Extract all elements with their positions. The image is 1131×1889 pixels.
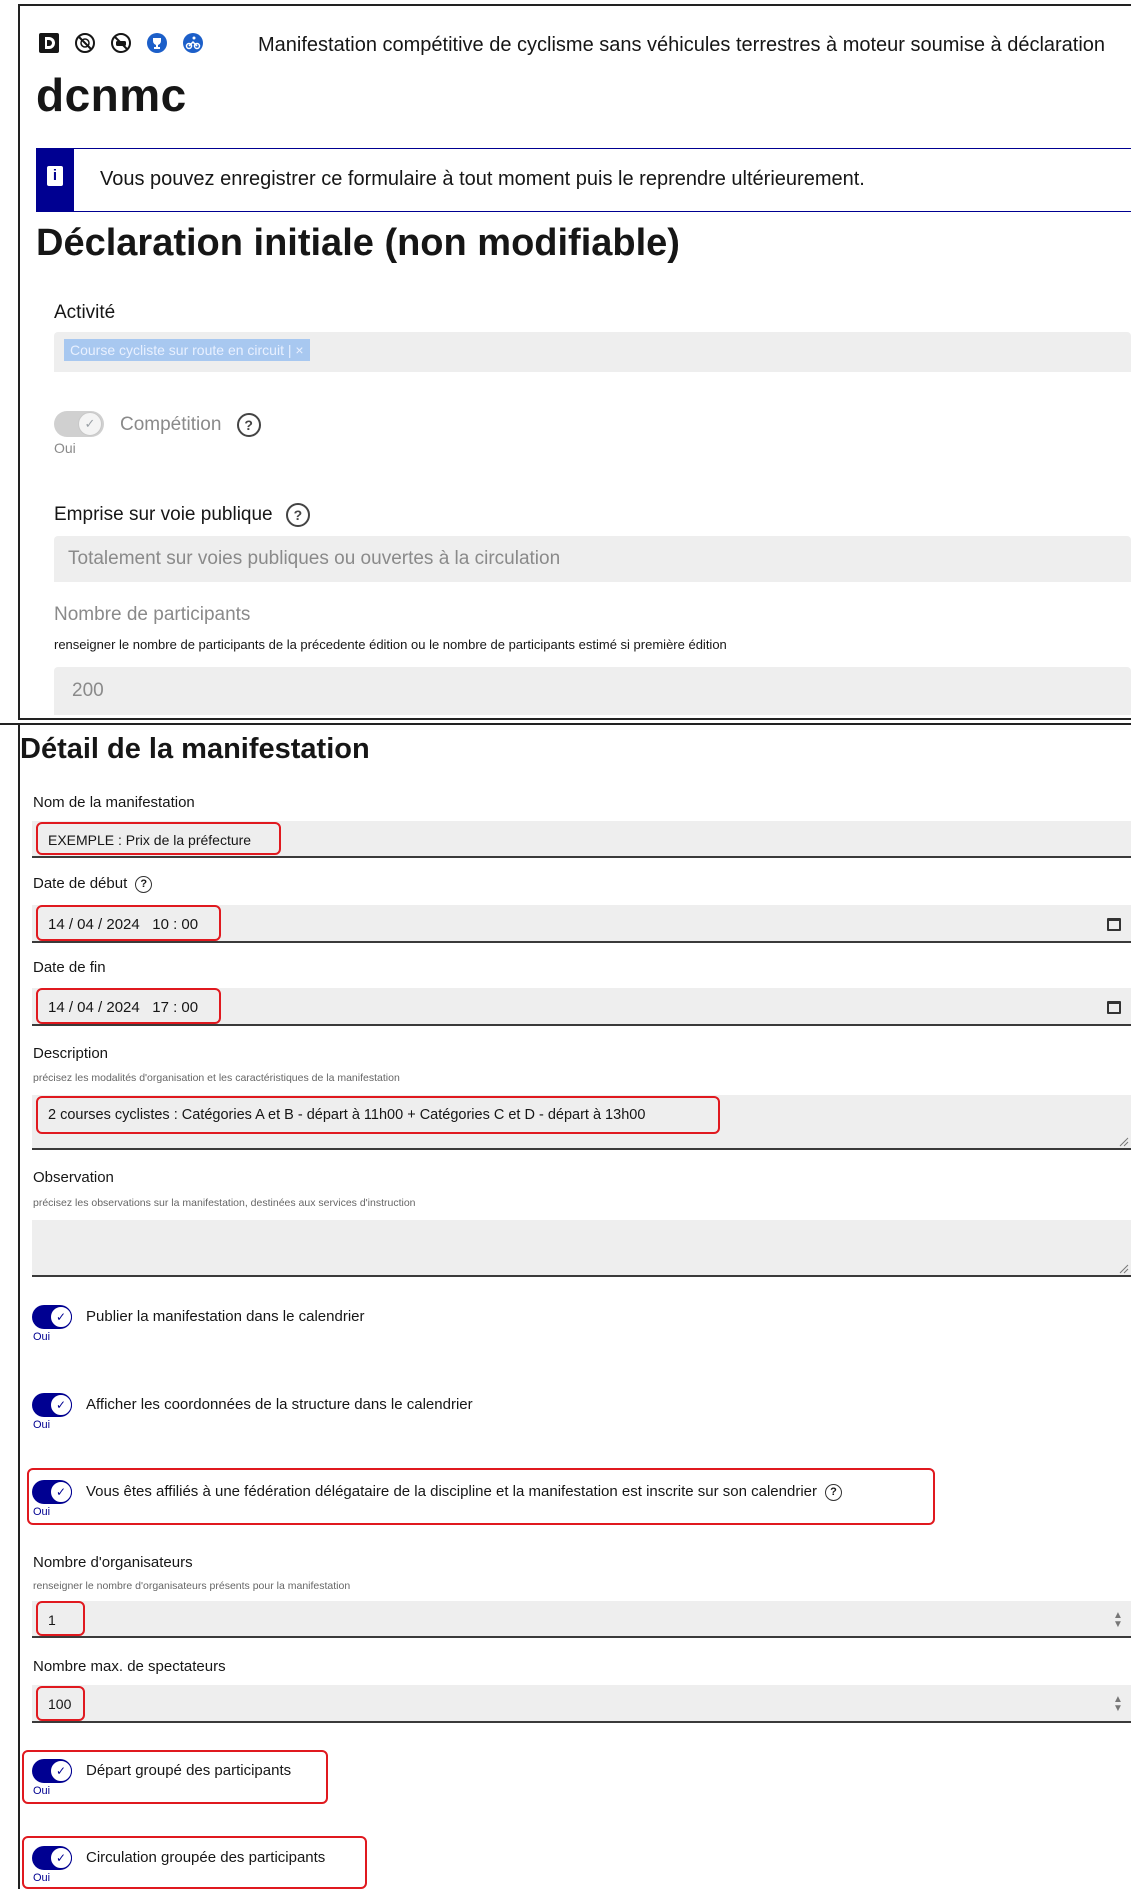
info-notice: i Vous pouvez enregistrer ce formulaire … bbox=[36, 148, 1131, 212]
grouped-circulation-toggle[interactable]: ✓ bbox=[32, 1846, 72, 1870]
stepper-icon[interactable]: ▲ ▼ bbox=[1113, 1611, 1123, 1630]
competition-toggle: ✓ bbox=[54, 411, 104, 437]
initial-declaration-panel: Manifestation compétitive de cyclisme sa… bbox=[0, 0, 1131, 720]
publish-calendar-label: Publier la manifestation dans le calendr… bbox=[86, 1308, 365, 1325]
description-hint: précisez les modalités d'organisation et… bbox=[33, 1072, 400, 1084]
document-d-icon bbox=[38, 32, 60, 54]
participants-label: Nombre de participants bbox=[54, 604, 251, 625]
show-contact-toggle[interactable]: ✓ bbox=[32, 1393, 72, 1417]
help-icon[interactable]: ? bbox=[135, 875, 153, 893]
event-detail-title: Détail de la manifestation bbox=[20, 733, 370, 765]
observation-hint: précisez les observations sur la manifes… bbox=[33, 1197, 416, 1209]
help-icon[interactable]: ? bbox=[285, 503, 310, 527]
participants-value: 200 bbox=[72, 680, 104, 701]
participants-hint: renseigner le nombre de participants de … bbox=[54, 637, 727, 652]
highlight-box bbox=[36, 1096, 720, 1134]
trophy-icon bbox=[146, 32, 168, 54]
help-icon[interactable]: ? bbox=[236, 413, 261, 437]
grouped-start-toggle[interactable]: ✓ bbox=[32, 1759, 72, 1783]
observation-label: Observation bbox=[33, 1169, 114, 1186]
grouped-start-state: Oui bbox=[33, 1785, 51, 1797]
check-icon: ✓ bbox=[50, 1760, 72, 1782]
observation-textarea[interactable] bbox=[32, 1220, 1131, 1277]
resize-handle-icon[interactable] bbox=[1119, 1137, 1129, 1147]
highlight-box bbox=[36, 1601, 85, 1636]
check-icon: ✓ bbox=[50, 1847, 72, 1869]
header-icons bbox=[38, 32, 204, 54]
organisers-label: Nombre d'organisateurs bbox=[33, 1554, 193, 1571]
info-icon: i bbox=[36, 164, 74, 186]
publish-calendar-toggle[interactable]: ✓ bbox=[32, 1305, 72, 1329]
organisers-input[interactable] bbox=[32, 1601, 1131, 1638]
check-icon: ✓ bbox=[78, 412, 102, 436]
publish-calendar-state: Oui bbox=[33, 1331, 51, 1343]
check-icon: ✓ bbox=[50, 1306, 72, 1328]
highlight-box bbox=[36, 1686, 85, 1721]
grouped-circulation-state: Oui bbox=[33, 1872, 51, 1884]
no-car-icon bbox=[110, 32, 132, 54]
activity-label: Activité bbox=[54, 302, 116, 323]
grouped-start-label: Départ groupé des participants bbox=[86, 1762, 292, 1779]
federation-affiliation-label: Vous êtes affiliés à une fédération délé… bbox=[86, 1483, 842, 1501]
federation-affiliation-state: Oui bbox=[33, 1506, 51, 1518]
competition-label: Compétition ? bbox=[120, 413, 261, 437]
event-detail-panel: Détail de la manifestation Nom de la man… bbox=[0, 723, 1131, 1889]
help-icon[interactable]: ? bbox=[825, 1483, 842, 1501]
spectators-input[interactable] bbox=[32, 1685, 1131, 1723]
event-name-label: Nom de la manifestation bbox=[33, 794, 195, 811]
info-text: Vous pouvez enregistrer ce formulaire à … bbox=[100, 168, 865, 190]
emprise-label: Emprise sur voie publique ? bbox=[54, 503, 310, 527]
check-icon: ✓ bbox=[50, 1394, 72, 1416]
emprise-value: Totalement sur voies publiques ou ouvert… bbox=[68, 548, 561, 569]
federation-affiliation-toggle[interactable]: ✓ bbox=[32, 1480, 72, 1504]
competition-state: Oui bbox=[54, 440, 76, 456]
grouped-circulation-label: Circulation groupée des participants bbox=[86, 1849, 326, 1866]
calendar-icon[interactable] bbox=[1107, 918, 1121, 931]
calendar-icon[interactable] bbox=[1107, 1001, 1121, 1014]
stepper-icon[interactable]: ▲ ▼ bbox=[1113, 1695, 1123, 1714]
panel-frame bbox=[18, 725, 20, 1889]
initial-declaration-title: Déclaration initiale (non modifiable) bbox=[36, 222, 680, 264]
activity-tag: Course cycliste sur route en circuit | × bbox=[64, 339, 310, 361]
highlight-box bbox=[36, 905, 221, 941]
highlight-box bbox=[36, 822, 281, 855]
end-date-label: Date de fin bbox=[33, 959, 106, 976]
description-label: Description bbox=[33, 1045, 109, 1062]
participants-field: 200 bbox=[54, 667, 1131, 715]
no-entry-icon bbox=[74, 32, 96, 54]
check-icon: ✓ bbox=[50, 1481, 72, 1503]
show-contact-label: Afficher les coordonnées de la structure… bbox=[86, 1396, 473, 1413]
form-code: dcnmc bbox=[36, 69, 187, 121]
form-type-title: Manifestation compétitive de cyclisme sa… bbox=[258, 34, 1106, 56]
spectators-label: Nombre max. de spectateurs bbox=[33, 1658, 226, 1675]
organisers-hint: renseigner le nombre d'organisateurs pré… bbox=[33, 1580, 351, 1592]
show-contact-state: Oui bbox=[33, 1419, 51, 1431]
highlight-box bbox=[36, 988, 221, 1024]
emprise-field: Totalement sur voies publiques ou ouvert… bbox=[54, 536, 1131, 582]
cyclist-icon bbox=[182, 32, 204, 54]
resize-handle-icon[interactable] bbox=[1119, 1264, 1129, 1274]
start-date-label: Date de début? bbox=[33, 875, 153, 893]
